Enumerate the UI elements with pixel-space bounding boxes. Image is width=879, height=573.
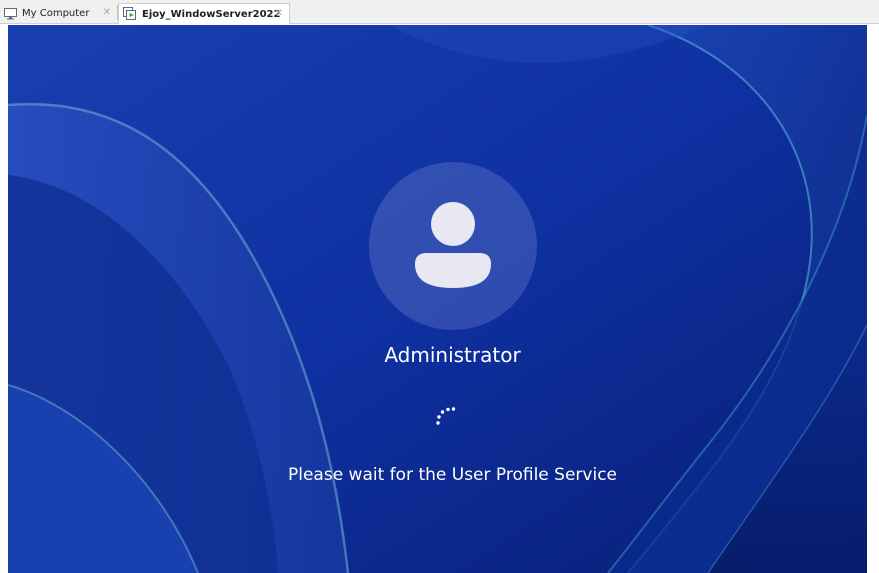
user-icon xyxy=(415,202,491,288)
vm-tab-bar: My Computer ✕ Ejoy_WindowServer2022 ✕ xyxy=(0,0,879,24)
tab-label: Ejoy_WindowServer2022 xyxy=(142,8,281,20)
tab-my-computer[interactable]: My Computer ✕ xyxy=(0,3,117,24)
tab-label: My Computer xyxy=(22,8,90,19)
account-name: Administrator xyxy=(384,343,521,367)
vm-console-screen[interactable]: Administrator Please wait for the User P… xyxy=(8,25,867,573)
close-icon[interactable]: ✕ xyxy=(103,6,111,20)
vm-running-icon xyxy=(123,7,136,20)
status-message: Please wait for the User Profile Service xyxy=(287,465,617,485)
tab-ejoy-windowserver2022[interactable]: Ejoy_WindowServer2022 ✕ xyxy=(118,3,290,24)
monitor-icon xyxy=(4,7,17,19)
close-icon[interactable]: ✕ xyxy=(275,7,283,21)
loading-spinner-icon xyxy=(436,407,456,425)
user-avatar xyxy=(369,162,537,330)
